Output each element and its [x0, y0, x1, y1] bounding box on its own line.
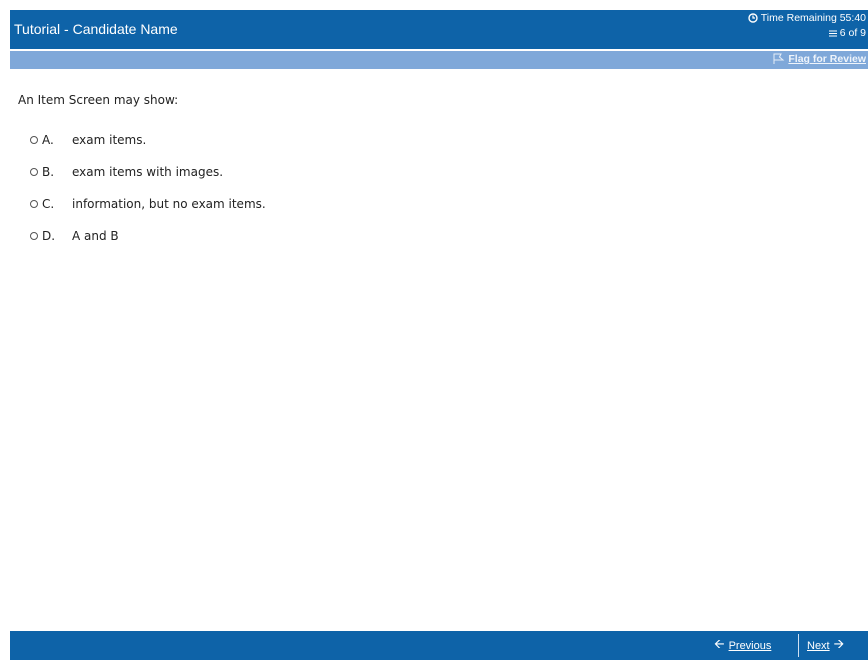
choice-b[interactable]: B. exam items with images.	[30, 156, 266, 188]
radio-button[interactable]	[30, 136, 38, 144]
arrow-left-icon: 🡨	[714, 635, 725, 651]
choice-text: exam items with images.	[72, 165, 224, 179]
choice-text: A and B	[72, 229, 119, 243]
question-prompt: An Item Screen may show:	[18, 93, 179, 107]
nav-divider	[798, 634, 799, 657]
radio-button[interactable]	[30, 168, 38, 176]
time-remaining-text: Time Remaining 55:40	[760, 12, 866, 24]
choice-letter: C.	[42, 197, 55, 211]
next-button[interactable]: Next 🡪	[807, 631, 867, 660]
flag-icon	[773, 53, 785, 64]
choice-text: exam items.	[72, 133, 147, 147]
clock-icon	[748, 13, 758, 23]
previous-button[interactable]: 🡨 Previous	[704, 631, 796, 660]
list-icon	[828, 30, 837, 36]
choice-letter: B.	[42, 165, 55, 179]
question-progress: 6 of 9	[828, 27, 866, 39]
radio-button[interactable]	[30, 200, 38, 208]
choice-text: information, but no exam items.	[72, 197, 266, 211]
next-label: Next	[807, 639, 830, 652]
time-remaining: Time Remaining 55:40	[748, 12, 866, 24]
flag-for-review-label: Flag for Review	[788, 53, 866, 65]
radio-button[interactable]	[30, 232, 38, 240]
choice-letter: A.	[42, 133, 54, 147]
answer-choices: A. exam items. B. exam items with images…	[30, 124, 266, 252]
choice-a[interactable]: A. exam items.	[30, 124, 266, 156]
previous-label: Previous	[728, 639, 772, 652]
navigation-bar: 🡨 Previous Next 🡪	[10, 631, 868, 660]
choice-d[interactable]: D. A and B	[30, 220, 266, 252]
choice-c[interactable]: C. information, but no exam items.	[30, 188, 266, 220]
progress-text: 6 of 9	[839, 27, 866, 39]
title-bar: Tutorial - Candidate Name Time Remaining…	[10, 10, 868, 49]
toolbar: Flag for Review	[10, 51, 868, 69]
arrow-right-icon: 🡪	[833, 635, 845, 651]
choice-letter: D.	[42, 229, 56, 243]
app-title: Tutorial - Candidate Name	[14, 21, 178, 37]
flag-for-review-button[interactable]: Flag for Review	[772, 53, 866, 65]
